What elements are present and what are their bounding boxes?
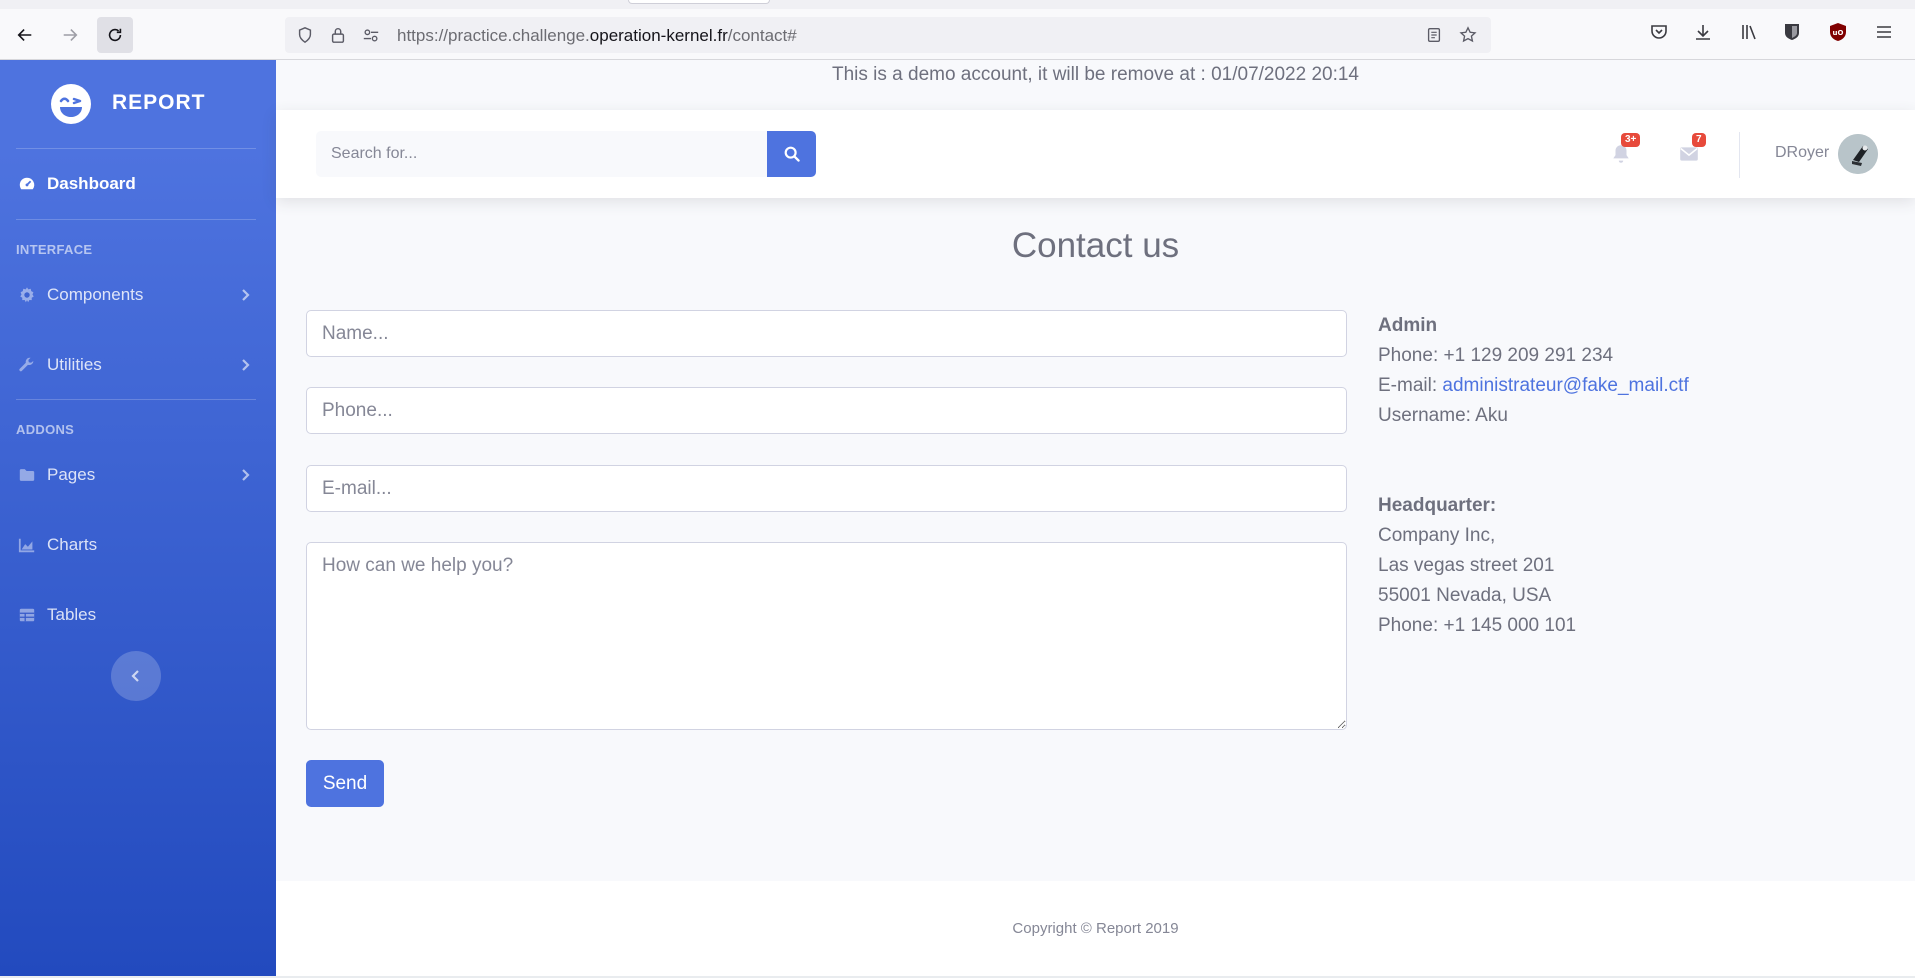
- demo-account-notice: This is a demo account, it will be remov…: [276, 60, 1915, 110]
- sidebar-item-label: Charts: [47, 535, 98, 554]
- sidebar-divider: [16, 399, 256, 400]
- sidebar-item-label: Utilities: [47, 355, 102, 374]
- forward-button[interactable]: [52, 17, 88, 53]
- arrow-left-icon: [17, 29, 32, 41]
- phone-field[interactable]: [306, 387, 1347, 434]
- arrow-right-icon: [63, 29, 78, 41]
- contact-info: Admin Phone: +1 129 209 291 234 E-mail: …: [1378, 311, 1689, 641]
- sidebar-toggle-button[interactable]: [111, 651, 161, 701]
- headquarter-street: Las vegas street 201: [1378, 555, 1555, 576]
- wrench-icon: [17, 355, 37, 375]
- alerts-count-badge: 3+: [1621, 133, 1641, 147]
- area-chart-icon: [17, 535, 37, 555]
- table-icon: [17, 605, 37, 625]
- tachometer-icon: [17, 174, 37, 194]
- sidebar-heading-addons: Addons: [16, 422, 75, 437]
- sidebar-item-label: Components: [47, 285, 144, 304]
- svg-text:uO: uO: [1833, 29, 1844, 37]
- back-button[interactable]: [7, 17, 43, 53]
- sidebar-heading-interface: Interface: [16, 242, 93, 257]
- message-textarea[interactable]: [306, 542, 1347, 730]
- browser-toolbar: https://practice.challenge.operation-ker…: [0, 0, 1915, 60]
- avatar-image: [1838, 134, 1878, 174]
- avatar[interactable]: [1838, 134, 1878, 174]
- topbar-divider: [1739, 132, 1740, 178]
- browser-active-tab[interactable]: [628, 0, 770, 4]
- user-name[interactable]: DRoyer: [1775, 144, 1829, 162]
- topbar: 3+ 7 DRoyer: [276, 110, 1915, 198]
- lock-icon[interactable]: [329, 26, 347, 44]
- footer-copyright: Copyright © Report 2019: [1012, 920, 1179, 937]
- bookmark-star-icon[interactable]: [1459, 26, 1477, 44]
- sidebar-brand[interactable]: REPORT: [0, 60, 276, 148]
- reader-view-icon[interactable]: [1425, 26, 1443, 44]
- pocket-icon[interactable]: [1647, 20, 1671, 44]
- headquarter-company: Company Inc,: [1378, 525, 1496, 546]
- browser-tab-strip: [0, 0, 1915, 9]
- sidebar-item-tables[interactable]: Tables: [0, 590, 276, 640]
- search-icon: [784, 146, 800, 162]
- admin-email-label: E-mail:: [1378, 375, 1443, 396]
- admin-email-link[interactable]: administrateur@fake_mail.ctf: [1442, 375, 1688, 396]
- admin-email-line: E-mail: administrateur@fake_mail.ctf: [1378, 371, 1689, 401]
- page-title: Contact us: [1011, 226, 1180, 265]
- admin-phone: Phone: +1 129 209 291 234: [1378, 345, 1614, 366]
- admin-username: Username: Aku: [1378, 405, 1508, 426]
- headquarter-heading: Headquarter:: [1378, 495, 1497, 516]
- sidebar-item-charts[interactable]: Charts: [0, 520, 276, 570]
- search-button[interactable]: [767, 131, 816, 177]
- sidebar-item-dashboard[interactable]: Dashboard: [0, 159, 276, 209]
- email-field[interactable]: [306, 465, 1347, 512]
- sidebar-item-label: Dashboard: [47, 174, 136, 193]
- alerts-dropdown[interactable]: 3+: [1607, 133, 1641, 169]
- address-bar[interactable]: https://practice.challenge.operation-ker…: [285, 17, 1491, 53]
- messages-dropdown[interactable]: 7: [1675, 133, 1706, 169]
- url-text[interactable]: https://practice.challenge.operation-ker…: [397, 26, 797, 46]
- gear-icon: [17, 285, 37, 305]
- sidebar-divider: [16, 219, 256, 220]
- reload-icon: [108, 28, 122, 42]
- library-icon[interactable]: [1737, 20, 1761, 44]
- chevron-right-icon: [242, 359, 250, 371]
- messages-count-badge: 7: [1692, 133, 1706, 147]
- sidebar-item-utilities[interactable]: Utilities: [0, 340, 276, 390]
- ublock-origin-icon[interactable]: uO: [1826, 20, 1850, 44]
- admin-heading: Admin: [1378, 315, 1438, 336]
- laugh-wink-icon: [51, 84, 91, 124]
- sidebar-item-label: Tables: [47, 605, 97, 624]
- reload-button[interactable]: [97, 17, 133, 53]
- search-input[interactable]: [316, 131, 768, 177]
- sidebar-brand-text: REPORT: [112, 91, 206, 114]
- chevron-left-icon: [131, 670, 139, 682]
- shield-icon[interactable]: [296, 26, 314, 44]
- sidebar-divider: [16, 148, 256, 149]
- footer: Copyright © Report 2019: [276, 881, 1915, 978]
- folder-icon: [17, 465, 37, 485]
- chevron-right-icon: [242, 289, 250, 301]
- permissions-icon[interactable]: [362, 26, 380, 44]
- sidebar-item-label: Pages: [47, 465, 96, 484]
- bitwarden-icon[interactable]: [1780, 20, 1804, 44]
- sidebar-item-components[interactable]: Components: [0, 270, 276, 320]
- sidebar: REPORT Dashboard Interface Components Ut…: [0, 60, 276, 978]
- sidebar-item-pages[interactable]: Pages: [0, 450, 276, 500]
- headquarter-city: 55001 Nevada, USA: [1378, 585, 1552, 606]
- download-icon[interactable]: [1691, 20, 1715, 44]
- chevron-right-icon: [242, 469, 250, 481]
- name-field[interactable]: [306, 310, 1347, 357]
- hamburger-menu-icon[interactable]: [1872, 20, 1896, 44]
- headquarter-phone: Phone: +1 145 000 101: [1378, 615, 1577, 636]
- send-button[interactable]: Send: [306, 760, 384, 807]
